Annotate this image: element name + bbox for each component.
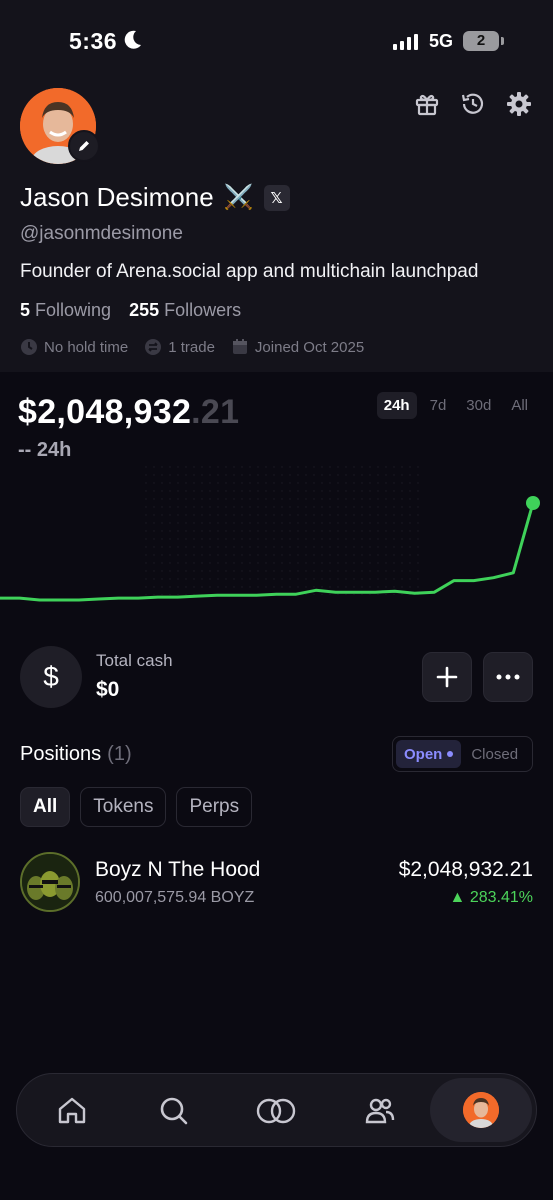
- portfolio-value-cents: .21: [191, 393, 240, 431]
- meta-trades-text: 1 trade: [168, 338, 215, 356]
- toggle-closed[interactable]: Closed: [463, 746, 526, 763]
- range-selector: 24h 7d 30d All: [376, 392, 535, 419]
- tab-profile[interactable]: [430, 1078, 532, 1142]
- x-link-button[interactable]: 𝕏: [263, 184, 290, 211]
- tab-bar: [16, 1073, 537, 1147]
- moon-icon: [124, 30, 141, 49]
- positions-title: Positions (1): [20, 743, 132, 766]
- positions-count: (1): [107, 743, 132, 765]
- gift-icon: [415, 94, 439, 116]
- status-time: 5:36: [69, 28, 118, 54]
- settings-button[interactable]: [505, 90, 533, 118]
- positions-title-text: Positions: [20, 743, 102, 765]
- profile-handle: @jasonmdesimone: [20, 223, 183, 244]
- range-7d[interactable]: 7d: [423, 392, 454, 419]
- following-label: Following: [35, 300, 112, 320]
- meta-trades: 1 trade: [144, 338, 215, 356]
- range-all[interactable]: All: [504, 392, 535, 419]
- history-icon: [461, 93, 484, 114]
- history-button[interactable]: [459, 90, 487, 118]
- users-icon: [365, 1098, 395, 1124]
- token-image: [22, 854, 78, 910]
- more-options-button[interactable]: [483, 652, 533, 702]
- meta-hold-time: No hold time: [20, 338, 128, 356]
- profile-bio: Founder of Arena.social app and multicha…: [20, 261, 479, 282]
- position-row[interactable]: Boyz N The Hood 600,007,575.94 BOYZ $2,0…: [20, 852, 533, 914]
- portfolio-chart[interactable]: [0, 465, 553, 640]
- more-icon: [496, 674, 520, 680]
- filter-all[interactable]: All: [20, 787, 71, 827]
- range-30d[interactable]: 30d: [459, 392, 498, 419]
- position-filters: All Tokens Perps: [20, 787, 253, 827]
- tab-home[interactable]: [47, 1086, 97, 1136]
- status-bar: 5:36 5G 2: [0, 0, 553, 80]
- add-cash-button[interactable]: [422, 652, 472, 702]
- toggle-open[interactable]: Open: [396, 740, 462, 768]
- token-avatar: [20, 852, 80, 912]
- cash-label: Total cash: [96, 651, 173, 670]
- header-actions: [413, 90, 533, 118]
- filter-tokens[interactable]: Tokens: [80, 787, 167, 827]
- avatar-image: [463, 1092, 499, 1128]
- portfolio-value: $2,048,932.21: [18, 393, 239, 432]
- range-24h[interactable]: 24h: [376, 392, 417, 419]
- profile-meta: No hold time 1 trade Joined Oct 2025: [20, 338, 364, 356]
- swords-icon: ⚔️: [223, 184, 254, 211]
- meta-hold-time-text: No hold time: [44, 338, 129, 356]
- pencil-icon: [79, 141, 89, 151]
- home-icon: [58, 1097, 86, 1124]
- coins-icon: [256, 1098, 296, 1124]
- follow-stats: 5 Following 255 Followers: [20, 300, 241, 321]
- following-count: 5: [20, 300, 31, 320]
- gift-button[interactable]: [413, 90, 441, 118]
- network-label: 5G: [429, 31, 454, 51]
- cash-value: $0: [96, 678, 120, 701]
- battery-tip: [501, 37, 504, 45]
- token-change: ▲ 283.41%: [449, 889, 533, 906]
- chart-background: [140, 465, 420, 595]
- plus-icon: [436, 666, 458, 688]
- portfolio-change: -- 24h: [18, 439, 72, 461]
- search-icon: [160, 1097, 188, 1125]
- following-link[interactable]: 5 Following: [20, 300, 111, 321]
- profile-header: Jason Desimone ⚔️ 𝕏 @jasonmdesimone Foun…: [0, 80, 553, 372]
- tab-community[interactable]: [355, 1086, 405, 1136]
- portfolio-value-main: $2,048,932: [18, 393, 192, 431]
- clock-icon: [21, 339, 37, 355]
- filter-perps[interactable]: Perps: [176, 787, 253, 827]
- followers-count: 255: [129, 300, 160, 320]
- profile-name: Jason Desimone: [20, 182, 214, 212]
- signal-icon: [393, 34, 418, 50]
- followers-link[interactable]: 255 Followers: [129, 300, 241, 321]
- open-dot: [447, 751, 454, 757]
- toggle-open-label: Open: [404, 745, 443, 763]
- followers-label: Followers: [164, 300, 242, 320]
- chart-end-point: [526, 496, 540, 510]
- tab-trade[interactable]: [251, 1086, 301, 1136]
- calendar-icon: [232, 339, 247, 354]
- meta-joined-text: Joined Oct 2025: [254, 338, 365, 356]
- token-name: Boyz N The Hood: [95, 858, 261, 881]
- edit-profile-button[interactable]: [68, 130, 100, 162]
- open-closed-toggle: Open Closed: [392, 736, 533, 772]
- dollar-icon: $: [20, 646, 82, 708]
- battery-icon: 2: [463, 31, 499, 51]
- token-amount: 600,007,575.94 BOYZ: [95, 889, 255, 906]
- name-row: Jason Desimone ⚔️ 𝕏: [20, 182, 290, 213]
- meta-joined: Joined Oct 2025: [231, 338, 364, 356]
- tab-search[interactable]: [149, 1086, 199, 1136]
- gear-icon: [507, 92, 531, 116]
- swap-icon: [145, 339, 162, 355]
- profile-tab-avatar: [463, 1092, 499, 1128]
- token-value: $2,048,932.21: [398, 858, 533, 881]
